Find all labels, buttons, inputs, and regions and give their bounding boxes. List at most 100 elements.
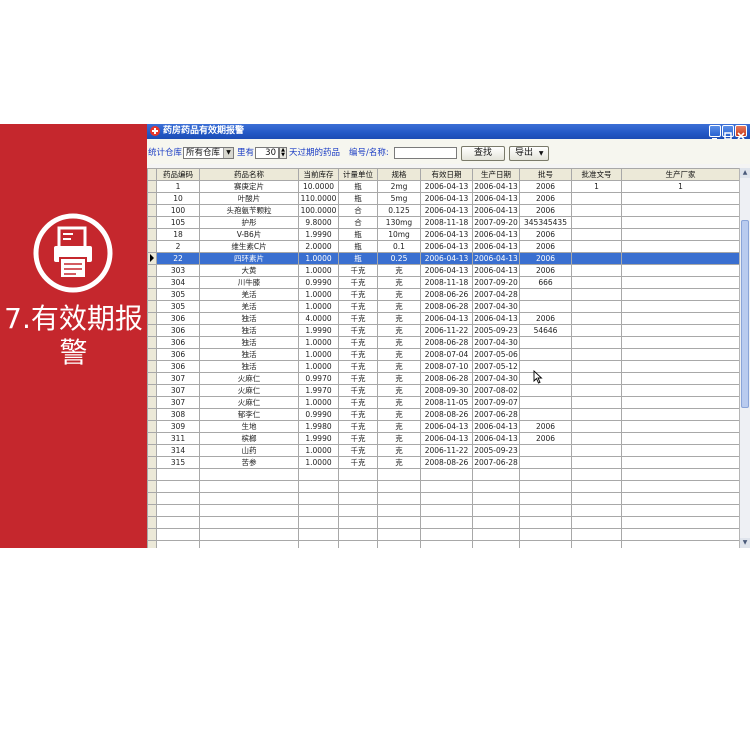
table-row[interactable]: 308 郁李仁 0.9990 千克克 2008-08-26 2007-06-28	[147, 408, 739, 421]
spin-down-icon[interactable]: ▼	[280, 153, 286, 158]
table-cell[interactable]: 2007-04-30	[472, 372, 520, 385]
table-cell[interactable]: 1	[621, 180, 739, 193]
table-cell[interactable]: 2006	[519, 240, 572, 253]
table-cell[interactable]: 苦参	[199, 456, 299, 469]
row-indicator[interactable]	[147, 276, 157, 289]
table-cell[interactable]	[571, 228, 622, 241]
table-cell[interactable]: 2007-04-28	[472, 288, 520, 301]
table-cell[interactable]	[519, 360, 572, 373]
table-cell[interactable]	[571, 192, 622, 205]
table-row[interactable]: 10 叶酸片 110.0000 瓶 5mg 2006-04-13 2006-04-13 200…	[147, 192, 739, 205]
table-cell[interactable]: 2005-09-23	[472, 324, 520, 337]
table-row[interactable]: 306 独活 1.0000 千克克 2008-07-10 2007-05-12	[147, 360, 739, 373]
table-cell[interactable]	[571, 252, 622, 265]
table-cell[interactable]: 克	[377, 372, 421, 385]
table-cell[interactable]: 2007-05-12	[472, 360, 520, 373]
table-cell[interactable]: 2008-11-18	[420, 216, 473, 229]
table-row[interactable]: 105 护彤 9.8000 合 130mg 2008-11-18 2007-09-20 345…	[147, 216, 739, 229]
search-button[interactable]: 查找	[461, 146, 505, 161]
table-cell[interactable]	[621, 288, 739, 301]
table-row[interactable]: 309 生地 1.9980 千克克 2006-04-13 2006-04-13 2006	[147, 420, 739, 433]
table-cell[interactable]: 独活	[199, 360, 299, 373]
table-cell[interactable]: 瓶	[338, 228, 378, 241]
table-cell[interactable]: 1.0000	[298, 288, 339, 301]
table-cell[interactable]: 1.0000	[298, 336, 339, 349]
table-cell[interactable]: 307	[156, 372, 200, 385]
table-cell[interactable]: 306	[156, 348, 200, 361]
column-header[interactable]: 药品名称	[199, 168, 299, 181]
table-cell[interactable]	[519, 384, 572, 397]
table-cell[interactable]: 9.8000	[298, 216, 339, 229]
row-indicator[interactable]	[147, 300, 157, 313]
table-cell[interactable]: 独活	[199, 312, 299, 325]
table-cell[interactable]	[571, 408, 622, 421]
table-cell[interactable]: 2007-09-20	[472, 276, 520, 289]
table-cell[interactable]: 1.0000	[298, 360, 339, 373]
table-cell[interactable]: 千克	[338, 444, 378, 457]
table-cell[interactable]: 10.0000	[298, 180, 339, 193]
table-cell[interactable]	[621, 372, 739, 385]
column-header[interactable]: 规格	[377, 168, 421, 181]
table-cell[interactable]: 2008-06-28	[420, 336, 473, 349]
table-cell[interactable]: 2006-04-13	[472, 252, 520, 265]
title-bar[interactable]: 药房药品有效期报警	[147, 124, 750, 140]
table-cell[interactable]: 2006-04-13	[420, 192, 473, 205]
table-cell[interactable]: 1	[571, 180, 622, 193]
table-cell[interactable]: 赛庚定片	[199, 180, 299, 193]
table-cell[interactable]: 2006	[519, 204, 572, 217]
table-cell[interactable]	[571, 204, 622, 217]
table-cell[interactable]	[571, 384, 622, 397]
table-cell[interactable]: 独活	[199, 324, 299, 337]
table-cell[interactable]: 309	[156, 420, 200, 433]
table-cell[interactable]: 2006-04-13	[420, 180, 473, 193]
table-cell[interactable]	[571, 312, 622, 325]
table-cell[interactable]: 克	[377, 360, 421, 373]
table-cell[interactable]: 瓶	[338, 180, 378, 193]
table-cell[interactable]: 护彤	[199, 216, 299, 229]
table-cell[interactable]: 火麻仁	[199, 396, 299, 409]
column-header[interactable]: 批号	[519, 168, 572, 181]
days-spinner[interactable]: ▲ ▼	[279, 147, 287, 159]
table-cell[interactable]: 306	[156, 324, 200, 337]
table-cell[interactable]: 2006	[519, 192, 572, 205]
table-row[interactable]: 314 山药 1.0000 千克克 2006-11-22 2005-09-23	[147, 444, 739, 457]
table-cell[interactable]: 千克	[338, 312, 378, 325]
table-cell[interactable]: 4.0000	[298, 312, 339, 325]
table-cell[interactable]: 四环素片	[199, 252, 299, 265]
table-cell[interactable]: 2006	[519, 312, 572, 325]
table-cell[interactable]: 千克	[338, 408, 378, 421]
table-cell[interactable]: 2008-08-26	[420, 408, 473, 421]
table-cell[interactable]	[571, 432, 622, 445]
row-indicator[interactable]	[147, 384, 157, 397]
table-cell[interactable]: 100	[156, 204, 200, 217]
table-cell[interactable]: 2006-04-13	[472, 192, 520, 205]
table-row[interactable]: 2 维生素C片 2.0000 瓶 0.1 2006-04-13 2006-04-13 2006	[147, 240, 739, 253]
table-cell[interactable]	[571, 372, 622, 385]
table-cell[interactable]: 千克	[338, 276, 378, 289]
column-header[interactable]: 生产日期	[472, 168, 520, 181]
table-cell[interactable]: 2007-06-28	[472, 456, 520, 469]
table-cell[interactable]: 1.0000	[298, 300, 339, 313]
table-row[interactable]: 315 苦参 1.0000 千克克 2008-08-26 2007-06-28	[147, 456, 739, 469]
table-cell[interactable]: 千克	[338, 372, 378, 385]
table-cell[interactable]	[519, 288, 572, 301]
table-cell[interactable]: 2006-04-13	[420, 264, 473, 277]
table-cell[interactable]: 克	[377, 312, 421, 325]
table-cell[interactable]	[519, 372, 572, 385]
table-row[interactable]: 304 川牛膝 0.9990 千克克 2008-11-18 2007-09-20 666	[147, 276, 739, 289]
table-cell[interactable]: 2008-07-10	[420, 360, 473, 373]
table-cell[interactable]: 2007-09-07	[472, 396, 520, 409]
table-cell[interactable]: 2008-07-04	[420, 348, 473, 361]
close-button[interactable]	[735, 125, 747, 140]
table-cell[interactable]: 羌活	[199, 288, 299, 301]
table-cell[interactable]	[519, 456, 572, 469]
table-row[interactable]: 305 羌活 1.0000 千克克 2008-06-28 2007-04-30	[147, 300, 739, 313]
table-cell[interactable]: 306	[156, 336, 200, 349]
code-name-input[interactable]	[394, 147, 457, 159]
table-row[interactable]: 306 独活 1.0000 千克克 2008-07-04 2007-05-06	[147, 348, 739, 361]
table-cell[interactable]: 合	[338, 216, 378, 229]
table-row[interactable]: 1 赛庚定片 10.0000 瓶 2mg 2006-04-13 2006-04-13 2006…	[147, 180, 739, 193]
table-cell[interactable]: 克	[377, 324, 421, 337]
row-indicator[interactable]	[147, 432, 157, 445]
row-indicator[interactable]	[147, 192, 157, 205]
